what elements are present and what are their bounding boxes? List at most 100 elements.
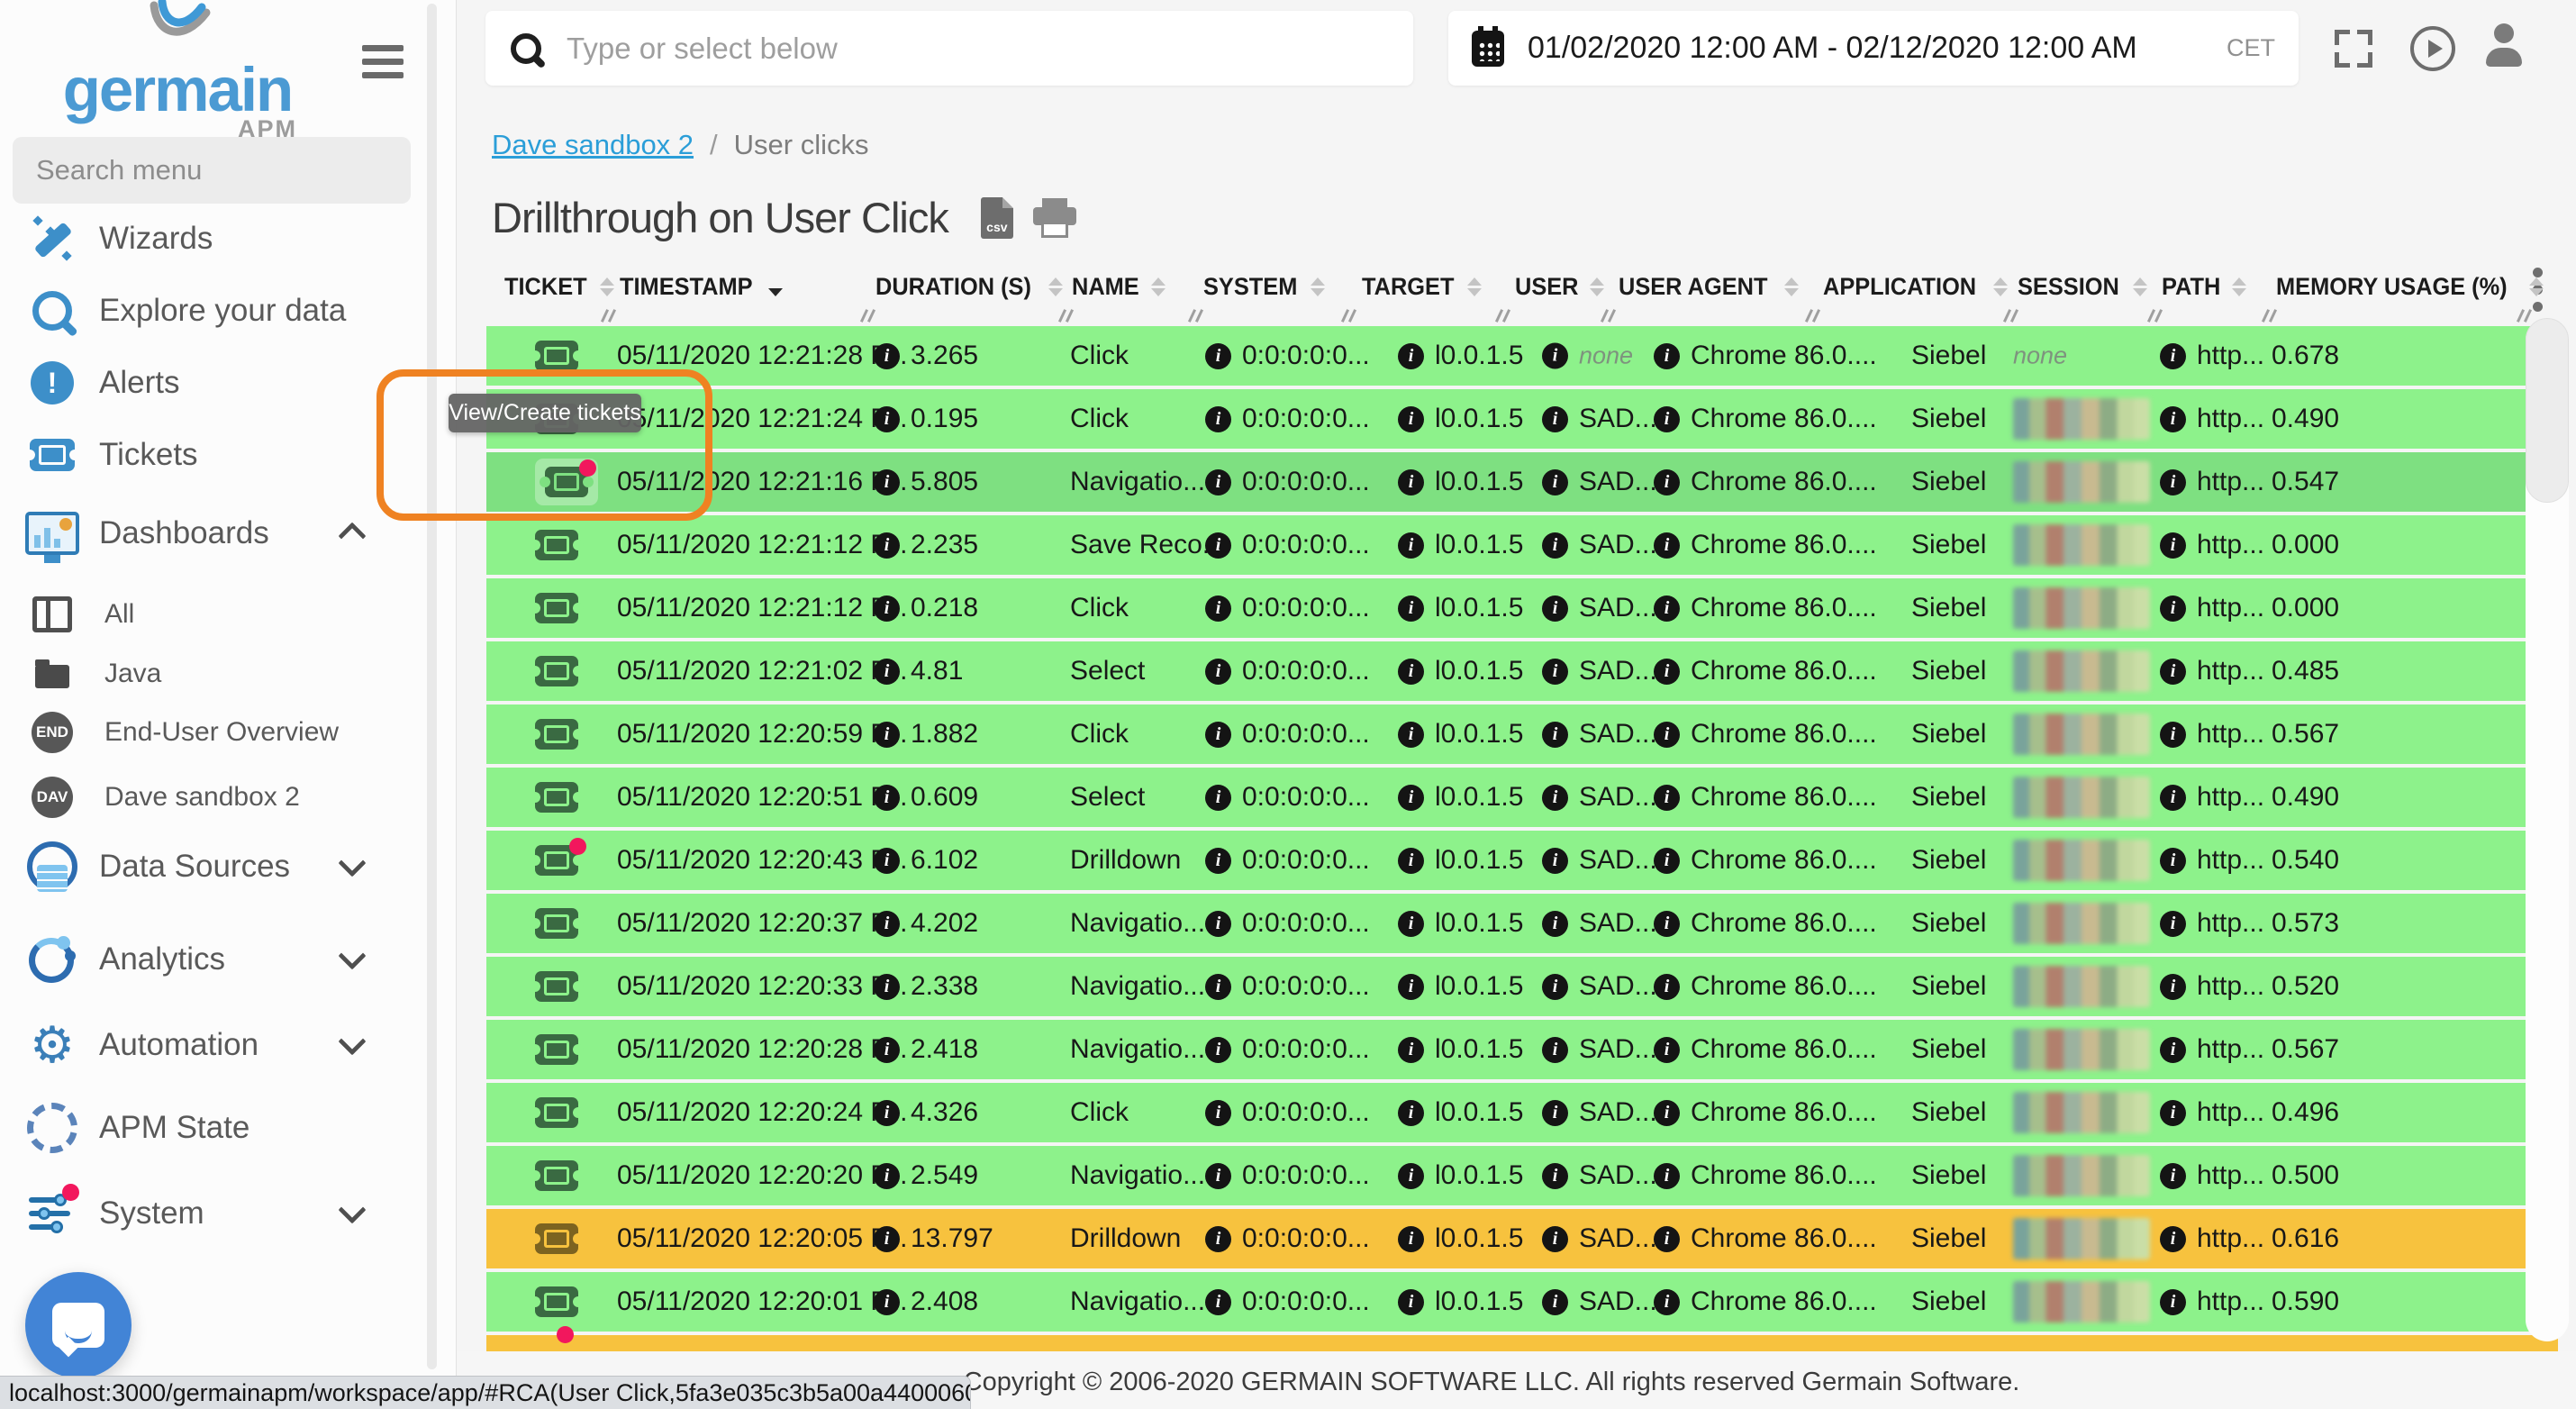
info-icon[interactable]: i bbox=[874, 1100, 900, 1126]
info-icon[interactable]: i bbox=[874, 532, 900, 559]
info-icon[interactable]: i bbox=[2160, 722, 2186, 748]
info-icon[interactable]: i bbox=[874, 406, 900, 432]
info-icon[interactable]: i bbox=[1542, 532, 1568, 559]
table-row[interactable]: 05/11/2020 12:20:33 P...i2.338Navigatio.… bbox=[486, 957, 2558, 1016]
info-icon[interactable]: i bbox=[1398, 469, 1424, 495]
sidebar-search-input[interactable] bbox=[34, 153, 389, 187]
info-icon[interactable]: i bbox=[1654, 785, 1680, 811]
table-row[interactable]: 05/11/2020 12:20:43 P...i6.102Drilldowni… bbox=[486, 831, 2558, 890]
export-csv-button[interactable]: csv bbox=[981, 197, 1013, 239]
info-icon[interactable]: i bbox=[1205, 406, 1231, 432]
info-icon[interactable]: i bbox=[1542, 1226, 1568, 1252]
info-icon[interactable]: i bbox=[1398, 911, 1424, 937]
user-account-button[interactable] bbox=[2484, 23, 2524, 67]
print-button[interactable] bbox=[1033, 198, 1076, 238]
info-icon[interactable]: i bbox=[1654, 1037, 1680, 1063]
info-icon[interactable]: i bbox=[874, 722, 900, 748]
info-icon[interactable]: i bbox=[1398, 532, 1424, 559]
column-filter-handle-icon[interactable] bbox=[2515, 309, 2535, 324]
info-icon[interactable]: i bbox=[874, 1037, 900, 1063]
sidebar-item-explore-your-data[interactable]: Explore your data bbox=[0, 275, 423, 347]
ticket-button[interactable] bbox=[535, 908, 578, 939]
info-icon[interactable]: i bbox=[1205, 911, 1231, 937]
info-icon[interactable]: i bbox=[1542, 722, 1568, 748]
info-icon[interactable]: i bbox=[1398, 1163, 1424, 1189]
info-icon[interactable]: i bbox=[2160, 1037, 2186, 1063]
info-icon[interactable]: i bbox=[2160, 785, 2186, 811]
ticket-button[interactable] bbox=[535, 782, 578, 813]
sidebar-scrollbar[interactable] bbox=[427, 4, 437, 1369]
info-icon[interactable]: i bbox=[1654, 1289, 1680, 1315]
info-icon[interactable]: i bbox=[1542, 1163, 1568, 1189]
ticket-button[interactable] bbox=[535, 845, 578, 876]
sidebar-item-dave-sandbox-2[interactable]: DAVDave sandbox 2 bbox=[0, 768, 423, 827]
info-icon[interactable]: i bbox=[1654, 974, 1680, 1000]
column-header-session[interactable]: SESSION bbox=[2018, 264, 2147, 309]
info-icon[interactable]: i bbox=[1398, 974, 1424, 1000]
column-header-system[interactable]: SYSTEM bbox=[1203, 264, 1325, 309]
info-icon[interactable]: i bbox=[874, 1289, 900, 1315]
info-icon[interactable]: i bbox=[874, 848, 900, 874]
info-icon[interactable]: i bbox=[1654, 1100, 1680, 1126]
info-icon[interactable]: i bbox=[1205, 1037, 1231, 1063]
sidebar-item-alerts[interactable]: !Alerts bbox=[0, 347, 423, 419]
column-filter-handle-icon[interactable] bbox=[1599, 309, 1619, 324]
column-header-user[interactable]: USER bbox=[1515, 264, 1604, 309]
column-filter-handle-icon[interactable] bbox=[1493, 309, 1513, 324]
info-icon[interactable]: i bbox=[1654, 532, 1680, 559]
info-icon[interactable]: i bbox=[2160, 848, 2186, 874]
info-icon[interactable]: i bbox=[1654, 722, 1680, 748]
table-scrollbar-thumb[interactable] bbox=[2526, 318, 2569, 503]
info-icon[interactable]: i bbox=[1542, 974, 1568, 1000]
info-icon[interactable]: i bbox=[1542, 469, 1568, 495]
info-icon[interactable]: i bbox=[1398, 722, 1424, 748]
column-filter-handle-icon[interactable] bbox=[1186, 309, 1206, 324]
info-icon[interactable]: i bbox=[1542, 848, 1568, 874]
info-icon[interactable]: i bbox=[1542, 343, 1568, 369]
info-icon[interactable]: i bbox=[2160, 974, 2186, 1000]
info-icon[interactable]: i bbox=[1205, 785, 1231, 811]
table-row[interactable]: 05/11/2020 12:20:01 P...i2.408Navigatio.… bbox=[486, 1272, 2558, 1332]
info-icon[interactable]: i bbox=[874, 911, 900, 937]
info-icon[interactable]: i bbox=[1205, 343, 1231, 369]
info-icon[interactable]: i bbox=[1398, 848, 1424, 874]
info-icon[interactable]: i bbox=[1205, 532, 1231, 559]
info-icon[interactable]: i bbox=[2160, 1163, 2186, 1189]
column-header-user-agent[interactable]: USER AGENT bbox=[1619, 264, 1799, 309]
sidebar-item-system[interactable]: System bbox=[0, 1177, 423, 1250]
info-icon[interactable]: i bbox=[1654, 406, 1680, 432]
date-range-picker[interactable]: 01/02/2020 12:00 AM - 02/12/2020 12:00 A… bbox=[1448, 11, 2299, 86]
info-icon[interactable]: i bbox=[1654, 343, 1680, 369]
info-icon[interactable]: i bbox=[1542, 659, 1568, 685]
table-row[interactable]: 05/11/2020 12:20:51 P...i0.609Selecti0:0… bbox=[486, 768, 2558, 827]
table-row[interactable]: 05/11/2020 12:20:37 P...i4.202Navigatio.… bbox=[486, 894, 2558, 953]
table-row[interactable]: 05/11/2020 12:20:59 P...i1.882Clicki0:0:… bbox=[486, 704, 2558, 764]
info-icon[interactable]: i bbox=[1542, 1037, 1568, 1063]
ticket-button[interactable] bbox=[535, 1223, 578, 1254]
info-icon[interactable]: i bbox=[1654, 1163, 1680, 1189]
global-search[interactable] bbox=[485, 11, 1413, 86]
info-icon[interactable]: i bbox=[1542, 911, 1568, 937]
info-icon[interactable]: i bbox=[1398, 1289, 1424, 1315]
table-row[interactable]: 05/11/2020 12:21:12 P...i0.218Clicki0:0:… bbox=[486, 578, 2558, 638]
info-icon[interactable]: i bbox=[2160, 469, 2186, 495]
column-filter-handle-icon[interactable] bbox=[2145, 309, 2165, 324]
table-row[interactable]: 05/11/2020 12:21:02 P...i4.81Selecti0:0:… bbox=[486, 641, 2558, 701]
table-row[interactable]: 05/11/2020 12:21:16 P...i5.805Navigatio.… bbox=[486, 452, 2558, 512]
breadcrumb-parent-link[interactable]: Dave sandbox 2 bbox=[492, 129, 694, 161]
sidebar-item-analytics[interactable]: Analytics bbox=[0, 923, 423, 995]
info-icon[interactable]: i bbox=[1398, 595, 1424, 622]
ticket-button[interactable] bbox=[535, 341, 578, 371]
sidebar-item-data-sources[interactable]: Data Sources bbox=[0, 831, 423, 903]
info-icon[interactable]: i bbox=[1654, 848, 1680, 874]
sidebar-item-tickets[interactable]: Tickets bbox=[0, 419, 423, 491]
info-icon[interactable]: i bbox=[1205, 1100, 1231, 1126]
info-icon[interactable]: i bbox=[1205, 974, 1231, 1000]
column-filter-handle-icon[interactable] bbox=[1057, 309, 1076, 324]
info-icon[interactable]: i bbox=[2160, 1100, 2186, 1126]
info-icon[interactable]: i bbox=[1542, 1289, 1568, 1315]
info-icon[interactable]: i bbox=[1542, 1100, 1568, 1126]
table-row[interactable] bbox=[486, 1335, 2558, 1351]
info-icon[interactable]: i bbox=[1542, 785, 1568, 811]
column-header-name[interactable]: NAME bbox=[1072, 264, 1166, 309]
